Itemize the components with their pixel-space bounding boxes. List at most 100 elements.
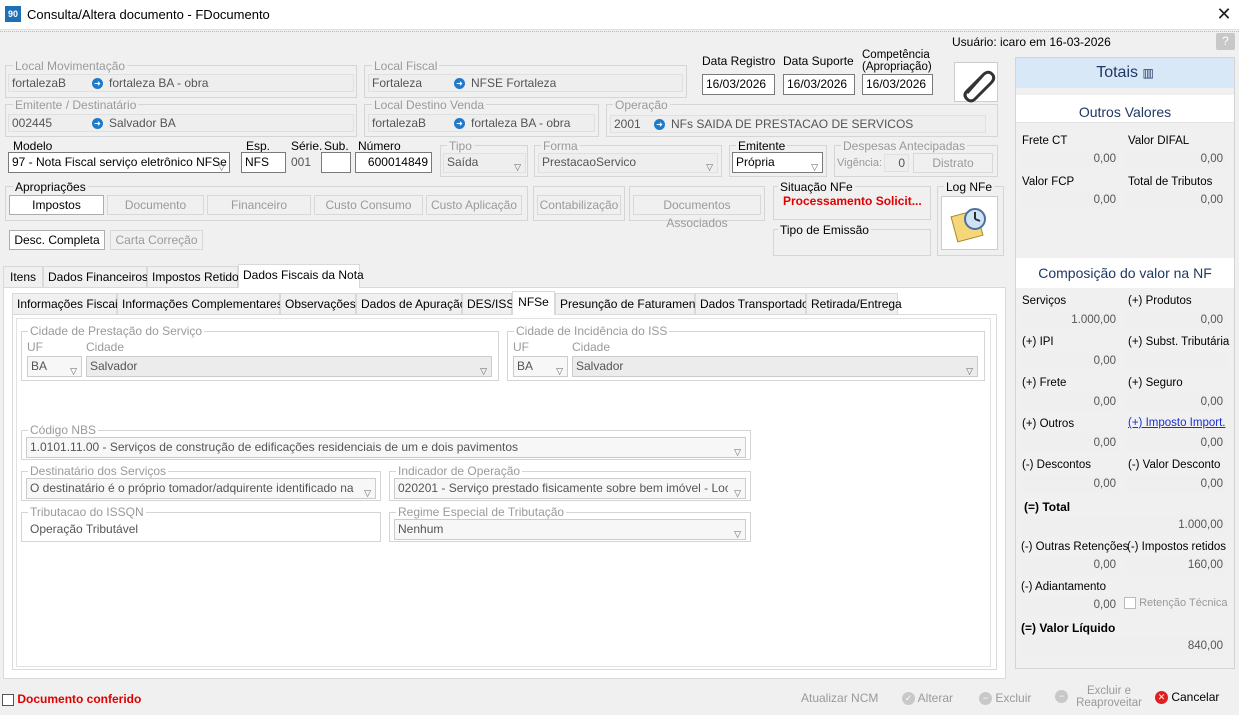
prestacao-uf-select[interactable]: BA ▽: [27, 356, 82, 377]
indicador-select[interactable]: 020201 - Serviço prestado fisicamente so…: [394, 478, 746, 499]
subtab-informacoes-fiscais[interactable]: Informações Fiscais: [12, 293, 124, 315]
prestacao-cidade-select[interactable]: Salvador ▽: [86, 356, 492, 377]
contabilizacao-button[interactable]: Contabilização: [537, 195, 621, 215]
valor-fcp-value: 0,00: [1020, 191, 1119, 209]
prestacao-cidade-label: Cidade: [86, 340, 125, 354]
regime-select[interactable]: Nenhum ▽: [394, 519, 746, 540]
data-suporte-input[interactable]: 16/03/2026: [783, 74, 855, 95]
destinatario-select[interactable]: O destinatário é o próprio tomador/adqui…: [26, 478, 376, 499]
subtab-dados-transportadora[interactable]: Dados Transportadora: [695, 293, 819, 315]
outras-retencoes-label: (-) Outras Retenções: [1021, 541, 1129, 553]
subtab-nfse[interactable]: NFSe: [512, 291, 555, 315]
emitente-select[interactable]: Própria ▽: [732, 152, 823, 173]
subtab-retirada-entrega[interactable]: Retirada/Entrega: [806, 293, 902, 315]
numero-input[interactable]: 600014849: [355, 152, 432, 173]
outros-valores-header: Outros Valores: [1016, 95, 1234, 123]
subtab-presuncao[interactable]: Presunção de Faturamento: [555, 293, 705, 315]
carta-correcao-button[interactable]: Carta Correção: [110, 230, 203, 250]
local-destino-code: fortalezaB: [372, 116, 427, 130]
excluir-reaproveitar-line1: Excluir e: [1086, 685, 1132, 697]
lookup-icon[interactable]: ➜: [92, 78, 103, 90]
subtab-des-iss[interactable]: DES/ISS: [462, 293, 514, 315]
lookup-icon[interactable]: ➜: [454, 78, 465, 90]
forma-label: Forma: [541, 139, 580, 153]
chevron-down-icon: ▽: [734, 529, 741, 539]
numero-label: Número: [358, 139, 401, 153]
help-button[interactable]: ?: [1216, 33, 1235, 50]
despesas-label: Despesas Antecipadas: [841, 139, 968, 153]
local-movimentacao-label: Local Movimentação: [13, 59, 128, 73]
vigencia-input[interactable]: 0: [884, 154, 909, 172]
alterar-button[interactable]: ✓ Alterar: [902, 691, 953, 706]
local-fiscal-field[interactable]: Fortaleza ➜ NFSE Fortaleza: [368, 74, 683, 92]
competencia-input[interactable]: 16/03/2026: [862, 74, 933, 95]
incidencia-uf-select[interactable]: BA ▽: [513, 356, 568, 377]
modelo-select[interactable]: 97 - Nota Fiscal serviço eletrônico NFSe…: [8, 152, 230, 173]
lookup-icon[interactable]: ➜: [92, 118, 103, 130]
user-info: Usuário: icaro em 16-03-2026: [952, 35, 1111, 49]
documentos-associados-button[interactable]: Documentos Associados: [633, 195, 761, 230]
ipi-label: (+) IPI: [1022, 336, 1054, 348]
sub-input[interactable]: [321, 152, 351, 173]
operacao-field[interactable]: 2001 ➜ NFs SAIDA DE PRESTACAO DE SERVICOS: [610, 115, 986, 133]
lookup-icon[interactable]: ➜: [454, 118, 465, 130]
log-nfe-button[interactable]: [941, 196, 998, 250]
atualizar-ncm-button[interactable]: Atualizar NCM: [801, 691, 878, 705]
paperclip-icon: [963, 70, 996, 103]
incidencia-cidade-select[interactable]: Salvador ▽: [572, 356, 978, 377]
data-registro-label: Data Registro: [702, 54, 776, 68]
operacao-code: 2001: [614, 117, 641, 131]
attachment-button[interactable]: [954, 62, 998, 103]
emitente-destinatario-field[interactable]: 002445 ➜ Salvador BA: [8, 114, 354, 132]
sub-label: Sub.: [324, 139, 349, 153]
impostos-button[interactable]: Impostos: [9, 195, 104, 215]
desc-completa-button[interactable]: Desc. Completa: [9, 230, 105, 250]
forma-select[interactable]: PrestacaoServico ▽: [538, 153, 718, 173]
financeiro-button[interactable]: Financeiro: [207, 195, 311, 215]
subtab-observacoes[interactable]: Observações: [280, 293, 356, 315]
esp-label: Esp.: [246, 139, 271, 153]
retencao-tecnica-checkbox[interactable]: Retenção Técnica: [1124, 597, 1228, 610]
close-window-button[interactable]: ✕: [1212, 3, 1236, 25]
esp-input[interactable]: NFS: [241, 152, 286, 173]
custo-aplicacao-button[interactable]: Custo Aplicação: [426, 195, 522, 215]
nbs-select[interactable]: 1.0101.11.00 - Serviços de construção de…: [26, 437, 746, 458]
destinatario-label: Destinatário dos Serviços: [28, 464, 169, 478]
custo-consumo-button[interactable]: Custo Consumo: [314, 195, 423, 215]
modelo-value: 97 - Nota Fiscal serviço eletrônico NFSe: [12, 155, 227, 169]
cancelar-button[interactable]: ✕ Cancelar: [1155, 690, 1219, 705]
subst-label: (+) Subst. Tributária: [1128, 336, 1230, 348]
chevron-down-icon: ▽: [811, 162, 818, 172]
adiantamento-label: (-) Adiantamento: [1021, 581, 1107, 593]
local-movimentacao-name: fortaleza BA - obra: [109, 76, 209, 90]
local-movimentacao-field[interactable]: fortalezaB ➜ fortaleza BA - obra: [8, 74, 354, 92]
local-destino-name: fortaleza BA - obra: [471, 116, 571, 130]
total-tributos-value: 0,00: [1126, 191, 1226, 209]
excluir-reaproveitar-button[interactable]: − Excluir e Reaproveitar: [1055, 685, 1145, 709]
subtab-informacoes-complementares[interactable]: Informações Complementares: [117, 293, 283, 315]
excluir-button[interactable]: − Excluir: [979, 691, 1032, 706]
distrato-button[interactable]: Distrato: [913, 153, 993, 173]
excluir-label: Excluir: [995, 691, 1032, 705]
prestacao-cidade-value: Salvador: [90, 359, 138, 373]
regime-value: Nenhum: [398, 522, 444, 536]
tipo-select[interactable]: Saída ▽: [443, 153, 526, 173]
adiantamento-value: 0,00: [1020, 596, 1119, 614]
documento-button[interactable]: Documento: [107, 195, 204, 215]
local-destino-field[interactable]: fortalezaB ➜ fortaleza BA - obra: [368, 114, 595, 132]
tab-itens[interactable]: Itens: [3, 266, 43, 288]
imposto-import-link[interactable]: (+) Imposto Import.: [1128, 417, 1225, 429]
incidencia-uf-label: UF: [513, 340, 529, 354]
valor-difal-label: Valor DIFAL: [1128, 135, 1190, 147]
documento-conferido-checkbox[interactable]: Documento conferido: [2, 692, 141, 706]
lookup-icon[interactable]: ➜: [654, 119, 665, 131]
prestacao-label: Cidade de Prestação do Serviço: [28, 324, 205, 338]
subst-value: [1126, 352, 1226, 370]
tab-dados-financeiros[interactable]: Dados Financeiros: [43, 266, 148, 288]
data-registro-input[interactable]: 16/03/2026: [702, 74, 775, 95]
tab-dados-fiscais[interactable]: Dados Fiscais da Nota: [238, 264, 364, 288]
subtab-dados-apuracao[interactable]: Dados de Apuração: [356, 293, 466, 315]
tab-impostos-retidos[interactable]: Impostos Retidos: [147, 266, 245, 288]
incidencia-cidade-value: Salvador: [576, 359, 624, 373]
local-fiscal-label: Local Fiscal: [372, 59, 440, 73]
